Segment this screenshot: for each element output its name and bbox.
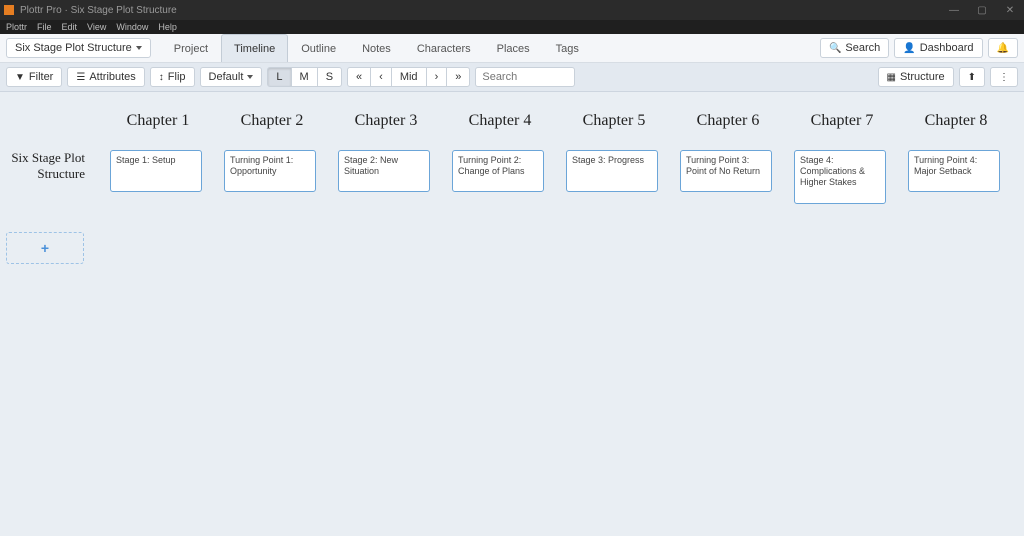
menu-bar: Plottr File Edit View Window Help <box>0 20 1024 34</box>
menu-help[interactable]: Help <box>158 22 177 32</box>
tab-characters[interactable]: Characters <box>404 34 484 62</box>
dashboard-button[interactable]: 👤 Dashboard <box>894 38 982 58</box>
notifications-button[interactable]: 🔔 <box>988 38 1018 58</box>
window-title: Plottr Pro · Six Stage Plot Structure <box>20 5 177 16</box>
window-close-button[interactable]: ✕ <box>996 0 1024 20</box>
default-dropdown[interactable]: Default <box>200 67 263 87</box>
scene-card-3[interactable]: Stage 2: New Situation <box>338 150 430 192</box>
nav-prev[interactable]: ‹ <box>370 67 392 87</box>
book-dropdown[interactable]: Six Stage Plot Structure <box>6 38 151 58</box>
tab-notes[interactable]: Notes <box>349 34 404 62</box>
chapter-header-7[interactable]: Chapter 7 <box>792 112 892 130</box>
tab-outline[interactable]: Outline <box>288 34 349 62</box>
caret-down-icon <box>136 46 142 50</box>
tab-places[interactable]: Places <box>484 34 543 62</box>
zoom-small[interactable]: S <box>317 67 342 87</box>
menu-window[interactable]: Window <box>116 22 148 32</box>
more-button[interactable]: ⋮ <box>990 67 1018 87</box>
scene-card-8[interactable]: Turning Point 4: Major Setback <box>908 150 1000 192</box>
flip-button[interactable]: ↕ Flip <box>150 67 195 87</box>
list-icon: ☰ <box>76 72 85 83</box>
chapter-header-3[interactable]: Chapter 3 <box>336 112 436 130</box>
zoom-group: L M S <box>267 67 342 87</box>
attributes-button[interactable]: ☰ Attributes <box>67 67 144 87</box>
scene-card-6[interactable]: Turning Point 3: Point of No Return <box>680 150 772 192</box>
window-titlebar: Plottr Pro · Six Stage Plot Structure — … <box>0 0 1024 20</box>
chapter-header-5[interactable]: Chapter 5 <box>564 112 664 130</box>
scene-card-5[interactable]: Stage 3: Progress <box>566 150 658 192</box>
scene-card-2[interactable]: Turning Point 1: Opportunity <box>224 150 316 192</box>
timeline-search-input[interactable] <box>475 67 575 87</box>
menu-file[interactable]: File <box>37 22 52 32</box>
structure-button[interactable]: ▦ Structure <box>878 67 954 87</box>
chapter-header-2[interactable]: Chapter 2 <box>222 112 322 130</box>
global-search-button[interactable]: 🔍 Search <box>820 38 889 58</box>
zoom-large[interactable]: L <box>267 67 291 87</box>
chapter-header-1[interactable]: Chapter 1 <box>108 112 208 130</box>
person-icon: 👤 <box>903 43 915 54</box>
menu-edit[interactable]: Edit <box>62 22 78 32</box>
add-plotline-button[interactable]: + <box>6 232 84 264</box>
main-tabs: Project Timeline Outline Notes Character… <box>161 34 592 62</box>
filter-icon: ▼ <box>15 72 25 83</box>
nav-first[interactable]: « <box>347 67 371 87</box>
nav-last[interactable]: » <box>446 67 470 87</box>
window-maximize-button[interactable]: ▢ <box>968 0 996 20</box>
bell-icon: 🔔 <box>997 43 1009 54</box>
kebab-icon: ⋮ <box>999 72 1009 83</box>
caret-down-icon <box>247 75 253 79</box>
app-logo <box>4 5 14 15</box>
nav-mid[interactable]: Mid <box>391 67 427 87</box>
chapter-header-8[interactable]: Chapter 8 <box>906 112 1006 130</box>
export-button[interactable]: ⬆ <box>959 67 985 87</box>
timeline-workspace[interactable]: Chapter 1 Chapter 2 Chapter 3 Chapter 4 … <box>0 92 1024 536</box>
chapter-header-6[interactable]: Chapter 6 <box>678 112 778 130</box>
tab-tags[interactable]: Tags <box>543 34 592 62</box>
nav-group: « ‹ Mid › » <box>347 67 470 87</box>
menu-plottr[interactable]: Plottr <box>6 22 27 32</box>
primary-toolbar: Six Stage Plot Structure Project Timelin… <box>0 34 1024 63</box>
chapter-header-4[interactable]: Chapter 4 <box>450 112 550 130</box>
window-minimize-button[interactable]: — <box>940 0 968 20</box>
tab-project[interactable]: Project <box>161 34 221 62</box>
plotline-label[interactable]: Six Stage Plot Structure <box>0 150 85 181</box>
scene-card-7[interactable]: Stage 4: Complications & Higher Stakes <box>794 150 886 204</box>
scene-card-4[interactable]: Turning Point 2: Change of Plans <box>452 150 544 192</box>
scene-card-1[interactable]: Stage 1: Setup <box>110 150 202 192</box>
zoom-medium[interactable]: M <box>291 67 318 87</box>
tab-timeline[interactable]: Timeline <box>221 34 288 62</box>
secondary-toolbar: ▼ Filter ☰ Attributes ↕ Flip Default L M… <box>0 63 1024 92</box>
search-icon: 🔍 <box>829 43 841 54</box>
menu-view[interactable]: View <box>87 22 106 32</box>
export-icon: ⬆ <box>968 72 976 83</box>
flip-icon: ↕ <box>159 72 164 83</box>
filter-button[interactable]: ▼ Filter <box>6 67 62 87</box>
grid-icon: ▦ <box>887 72 896 83</box>
nav-next[interactable]: › <box>426 67 448 87</box>
